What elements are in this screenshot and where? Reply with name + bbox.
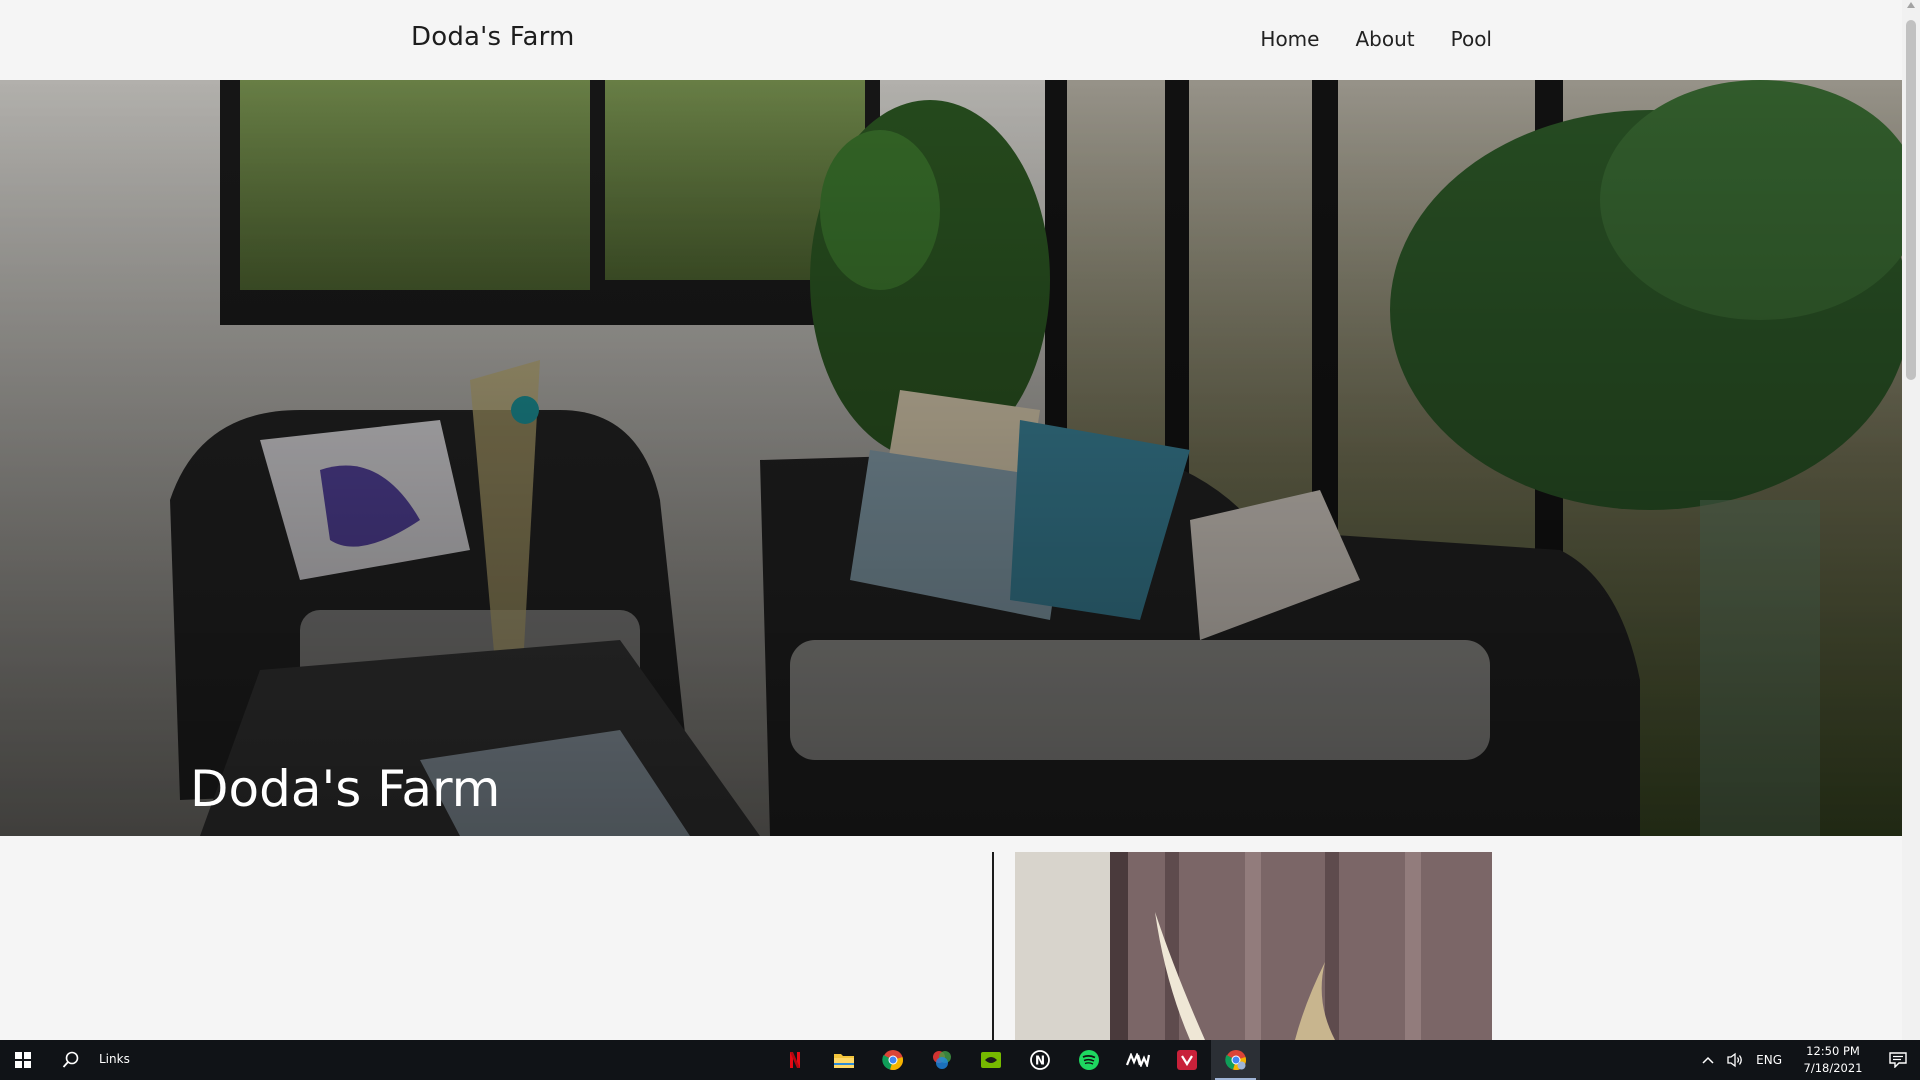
nav-link-pool[interactable]: Pool <box>1451 27 1492 51</box>
input-language[interactable]: ENG <box>1756 1053 1782 1067</box>
system-tray: ENG 12:50 PM 7/18/2021 <box>1690 1040 1920 1080</box>
browser-viewport: Doda's Farm Home About Pool Doda's Farm <box>0 0 1902 1040</box>
nvidia-icon[interactable] <box>966 1040 1015 1080</box>
main-nav: Home About Pool <box>1260 27 1492 51</box>
start-button[interactable] <box>0 1040 46 1080</box>
windows-logo-icon <box>15 1052 31 1068</box>
vivaldi-icon[interactable] <box>1162 1040 1211 1080</box>
clock-date: 7/18/2021 <box>1803 1061 1863 1075</box>
chrome-icon[interactable] <box>868 1040 917 1080</box>
taskbar-apps: N <box>770 1040 1260 1080</box>
hero-banner: Doda's Farm <box>0 80 1902 836</box>
curtain-photo-image <box>1015 852 1492 1040</box>
system-clock[interactable]: 12:50 PM 7/18/2021 <box>1798 1043 1868 1077</box>
taskbar-search-label[interactable]: Links <box>99 1052 130 1066</box>
gallery-photo[interactable] <box>1015 852 1492 1040</box>
file-explorer-icon[interactable] <box>819 1040 868 1080</box>
page-scrollbar[interactable] <box>1902 0 1920 1040</box>
show-hidden-icons-chevron-icon[interactable] <box>1702 1056 1714 1064</box>
scroll-up-arrow-icon[interactable] <box>1907 2 1915 8</box>
site-header: Doda's Farm Home About Pool <box>0 0 1902 80</box>
scrollbar-thumb[interactable] <box>1906 20 1916 380</box>
clock-time: 12:50 PM <box>1806 1044 1860 1058</box>
hero-title: Doda's Farm <box>190 760 501 818</box>
netflix-icon[interactable] <box>770 1040 819 1080</box>
nav-link-home[interactable]: Home <box>1260 27 1319 51</box>
hero-photo <box>0 80 1902 836</box>
site-brand[interactable]: Doda's Farm <box>411 22 575 52</box>
spotify-icon[interactable] <box>1064 1040 1113 1080</box>
action-center-icon[interactable] <box>1876 1040 1920 1080</box>
volume-icon[interactable] <box>1726 1052 1744 1068</box>
color-picker-icon[interactable] <box>917 1040 966 1080</box>
search-icon[interactable] <box>62 1051 80 1069</box>
chrome-profile-icon[interactable] <box>1211 1040 1260 1080</box>
vertical-divider <box>992 852 994 1040</box>
mw-icon[interactable] <box>1113 1040 1162 1080</box>
nav-link-about[interactable]: About <box>1355 27 1414 51</box>
notion-icon[interactable]: N <box>1015 1040 1064 1080</box>
svg-text:N: N <box>1034 1054 1044 1068</box>
windows-taskbar: Links N ENG 12:50 PM 7/18/2021 <box>0 1040 1920 1080</box>
